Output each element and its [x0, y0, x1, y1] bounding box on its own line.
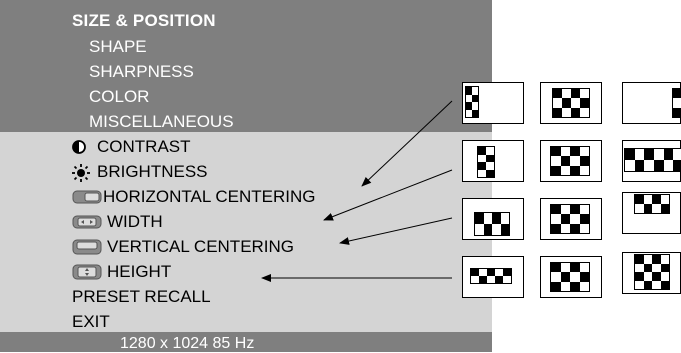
checker-pattern: [634, 254, 670, 290]
checker-pattern: [552, 88, 590, 118]
arrow-width: [323, 169, 453, 221]
checker-pattern: [477, 146, 495, 178]
arrow-horizontal-centering: [361, 100, 453, 187]
preview-thumbnail: [462, 198, 524, 240]
preview-thumbnail: [540, 140, 602, 182]
preview-thumbnail: [540, 198, 602, 240]
checker-pattern: [550, 262, 590, 292]
checker-pattern: [550, 146, 590, 176]
checker-pattern: [474, 212, 510, 236]
preview-thumbnail: [462, 256, 524, 298]
arrow-vertical-centering: [339, 217, 453, 245]
preview-thumbnail: [622, 192, 681, 234]
preview-thumbnail: [622, 82, 681, 124]
preview-thumbnail: [540, 256, 602, 298]
preview-thumbnail: [622, 140, 681, 182]
checker-pattern: [634, 194, 670, 214]
preview-thumbnail: [540, 82, 602, 124]
preview-thumbnail: [462, 140, 524, 182]
checker-pattern: [672, 88, 681, 118]
preview-thumbnail: [462, 82, 524, 124]
checker-pattern: [465, 86, 479, 118]
preview-thumbnail: [622, 252, 681, 294]
checker-pattern: [624, 148, 681, 172]
checker-pattern: [470, 268, 512, 284]
checker-pattern: [550, 204, 590, 234]
